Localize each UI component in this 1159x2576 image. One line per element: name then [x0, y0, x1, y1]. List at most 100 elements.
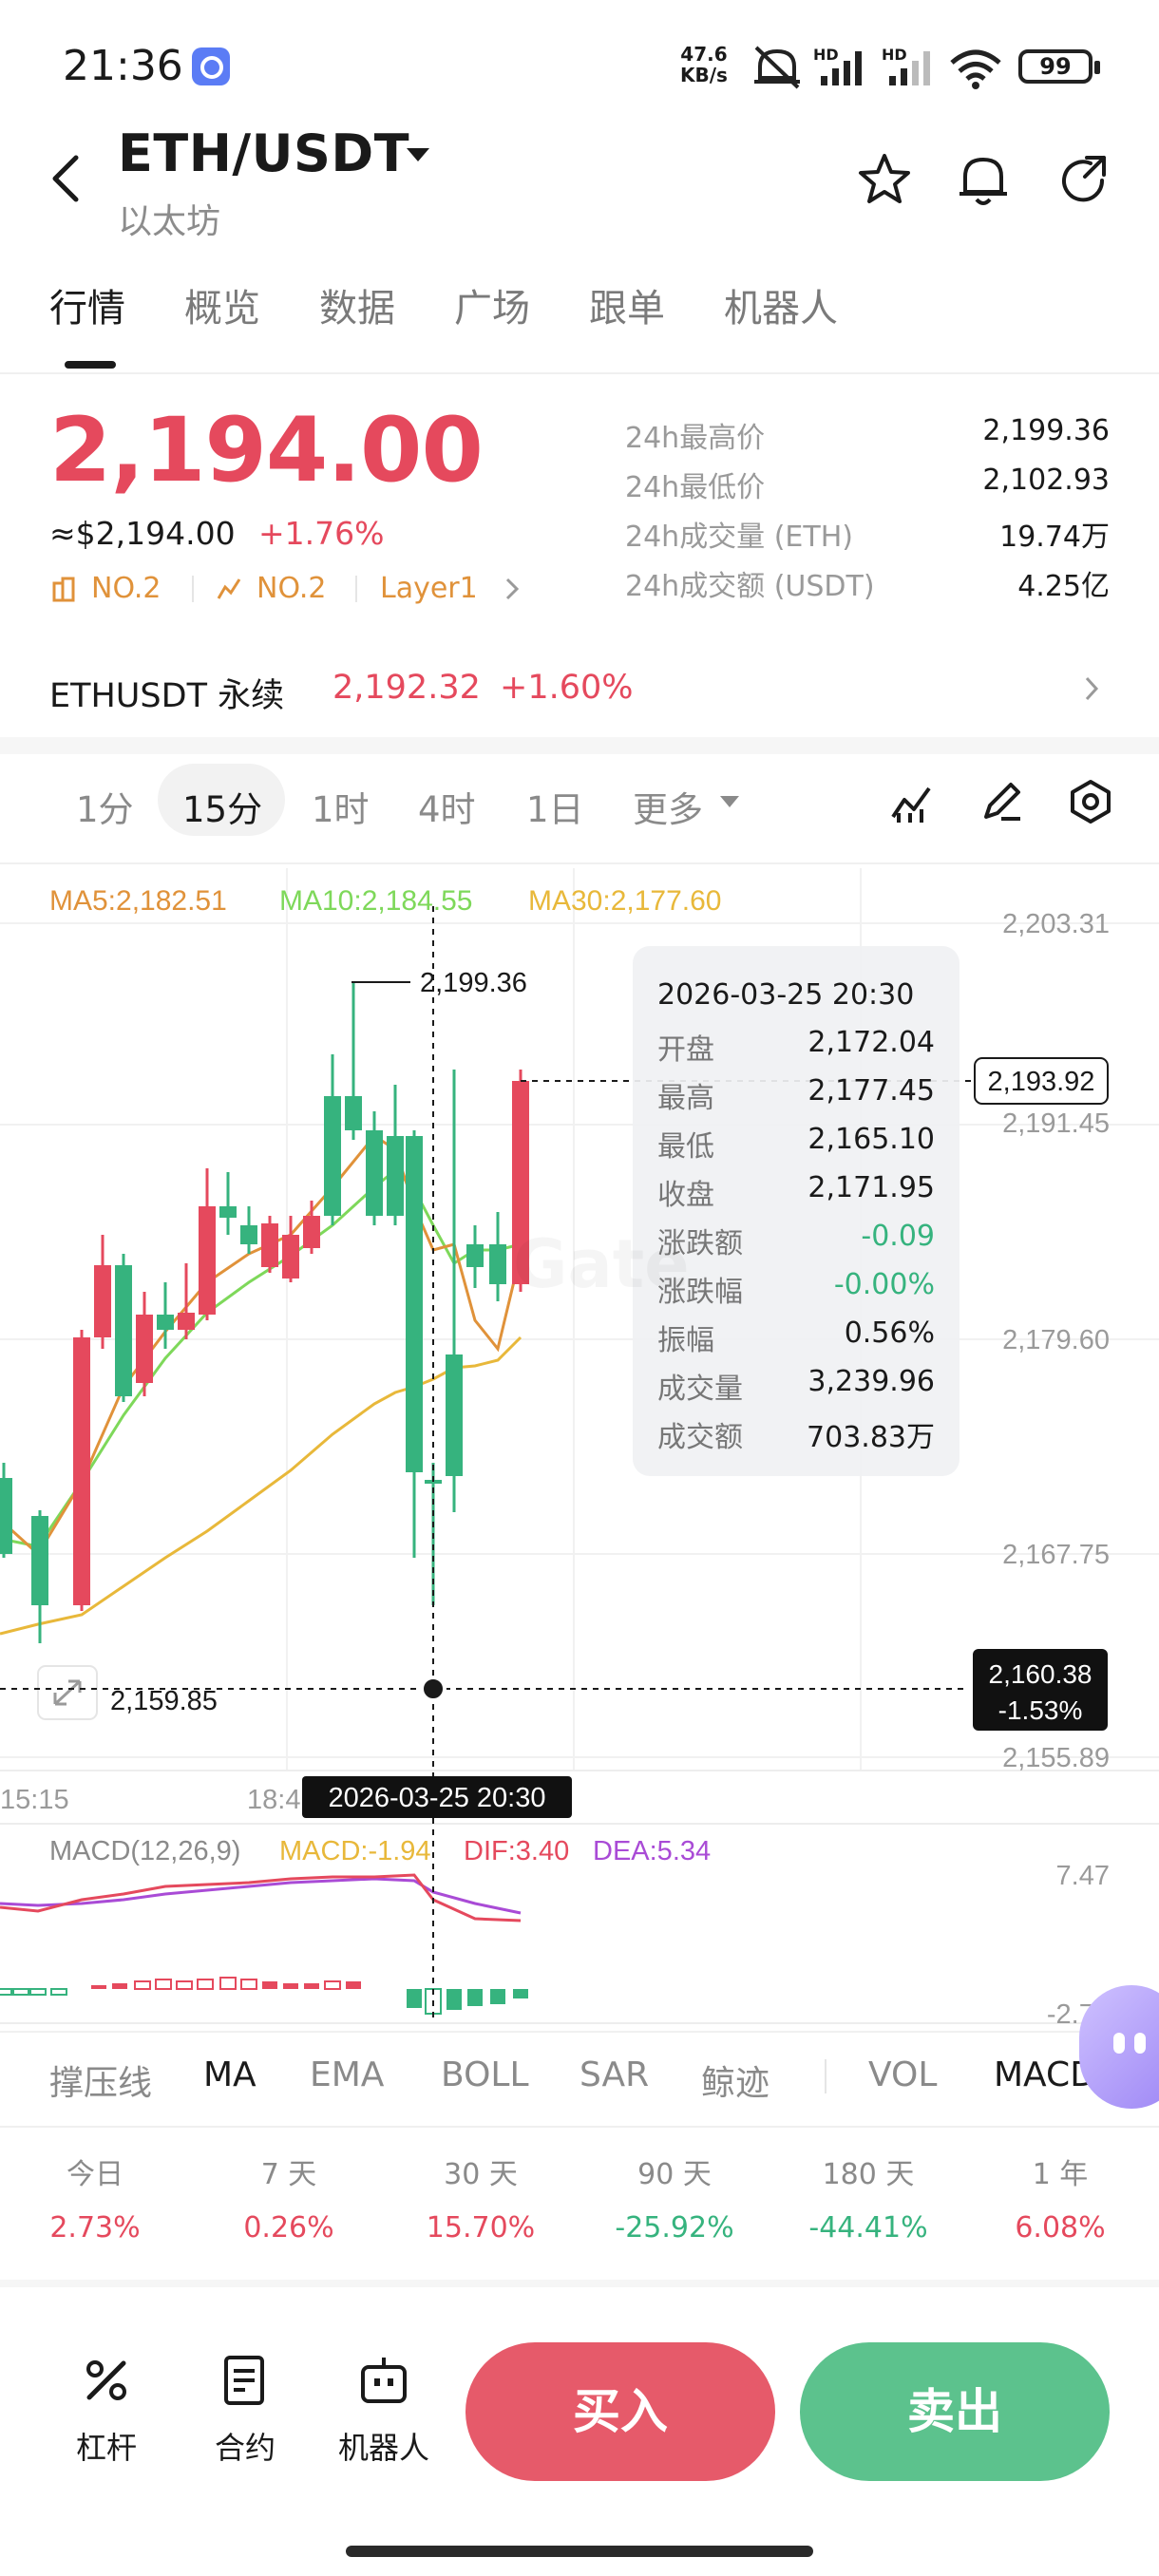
sector-tag[interactable]: Layer1	[380, 572, 478, 605]
perpetual-price: 2,192.32	[332, 669, 481, 707]
candle-body	[73, 1337, 90, 1605]
candle-body	[31, 1516, 48, 1605]
robot-button[interactable]: 机器人	[336, 2354, 431, 2468]
bell-icon[interactable]	[956, 150, 1011, 209]
contract-label: 合约	[214, 2430, 276, 2466]
indicator-sar[interactable]: SAR	[580, 2055, 649, 2094]
y-axis-label-2: 2,191.45	[1002, 1108, 1110, 1139]
candle-body	[366, 1130, 383, 1216]
net-speed-value: 47.6	[680, 43, 728, 66]
more-caret-icon[interactable]	[720, 796, 739, 807]
star-icon[interactable]	[857, 152, 912, 207]
macd-histogram-bar	[283, 1983, 298, 1989]
interval-1d[interactable]: 1日	[526, 781, 584, 832]
indicator-boll[interactable]: BOLL	[441, 2055, 529, 2094]
tab-overview[interactable]: 概览	[184, 277, 260, 332]
interval-1m[interactable]: 1分	[76, 781, 134, 832]
macd-panel	[0, 1873, 528, 2015]
dif-line	[0, 1873, 522, 1923]
tooltip-value: -0.09	[861, 1220, 935, 1253]
candle-body	[261, 1223, 278, 1267]
pair-title[interactable]: ETH/USDT	[118, 123, 409, 183]
pair-dropdown-caret-icon[interactable]	[407, 148, 429, 161]
indicator-ema[interactable]: EMA	[310, 2055, 384, 2094]
candle-body	[387, 1136, 404, 1216]
contract-button[interactable]: 合约	[198, 2354, 293, 2468]
candle-body	[282, 1235, 299, 1279]
candle-body	[466, 1244, 484, 1267]
tab-copy-trading[interactable]: 跟单	[589, 277, 665, 332]
interval-more[interactable]: 更多	[633, 781, 703, 832]
perf-label: 180 天	[822, 2158, 915, 2191]
candle-body	[199, 1206, 216, 1315]
net-speed: 47.6 KB/s	[680, 44, 728, 85]
ma10-label: MA10:2,184.55	[279, 885, 472, 917]
indicator-support-resistance[interactable]: 撑压线	[49, 2055, 152, 2105]
tooltip-value: 3,239.96	[808, 1365, 935, 1398]
macd-value: MACD:-1.94	[279, 1836, 431, 1866]
indicator-whale[interactable]: 鲸迹	[701, 2055, 770, 2105]
macd-histogram-bar	[513, 1989, 528, 1998]
tooltip-label: 成交额	[657, 1421, 743, 1454]
rank-tag-2[interactable]: NO.2	[256, 572, 326, 605]
stat-label-turnover: 24h成交额 (USDT)	[625, 570, 875, 603]
macd-histogram-bar	[304, 1983, 319, 1989]
candle-body	[240, 1225, 257, 1244]
last-price: 2,194.00	[49, 399, 484, 502]
macd-histogram-bar	[197, 1979, 214, 1990]
floating-assistant-button[interactable]	[1079, 1985, 1159, 2109]
crosshair-pct: -1.53%	[998, 1695, 1083, 1725]
candle-tooltip: 2026-03-25 20:30 开盘 2,172.04 最高 2,177.45 最低 2…	[633, 946, 960, 1476]
tab-data[interactable]: 数据	[319, 277, 395, 332]
app-notification-icon	[192, 47, 230, 85]
status-time: 21:36	[63, 42, 183, 90]
share-icon[interactable]	[1056, 152, 1112, 207]
interval-15m[interactable]: 15分	[182, 781, 262, 832]
back-arrow-icon[interactable]	[48, 152, 86, 205]
candle-body	[489, 1244, 506, 1284]
crosshair-time: 2026-03-25 20:30	[329, 1783, 546, 1813]
perf-30d: 30 天 15.70%	[395, 2150, 566, 2245]
indicator-ma[interactable]: MA	[203, 2055, 256, 2094]
tooltip-value: 703.83万	[807, 1421, 935, 1454]
crosshair-price: 2,160.38	[989, 1659, 1092, 1689]
settings-hexagon-icon[interactable]	[1068, 779, 1113, 824]
tab-robot[interactable]: 机器人	[724, 277, 838, 332]
perpetual-row[interactable]: ETHUSDT 永续 2,192.32 +1.60%	[0, 642, 1159, 737]
perf-divider	[0, 2126, 1159, 2128]
chevron-right-icon[interactable]	[502, 576, 522, 602]
perf-label: 1 年	[1032, 2158, 1089, 2191]
macd-y-top: 7.47	[1056, 1861, 1110, 1891]
tag-separator	[355, 576, 357, 602]
macd-histogram-bar	[134, 1980, 151, 1990]
rank-tag-1[interactable]: NO.2	[91, 572, 161, 605]
interval-4h[interactable]: 4时	[418, 781, 476, 832]
stat-label-high: 24h最高价	[625, 422, 766, 455]
candle-body	[219, 1206, 237, 1218]
signal-1-icon	[821, 51, 862, 85]
tooltip-label: 开盘	[657, 1033, 714, 1067]
draw-pen-icon[interactable]	[978, 779, 1024, 824]
stat-value-turnover: 4.25亿	[1017, 570, 1110, 603]
macd-histogram-bar	[91, 1985, 106, 1989]
indicator-chart-icon[interactable]	[889, 781, 933, 824]
tooltip-label: 收盘	[657, 1179, 714, 1212]
buy-button[interactable]: 买入	[466, 2342, 775, 2481]
usd-price: ≈$2,194.00	[49, 515, 236, 552]
candle-body	[303, 1216, 320, 1248]
tooltip-label: 最低	[657, 1130, 714, 1164]
macd-histogram-bar	[490, 1989, 505, 2004]
interval-1h[interactable]: 1时	[312, 781, 370, 832]
indicator-divider	[0, 2031, 1159, 2033]
tab-square[interactable]: 广场	[454, 277, 530, 332]
section-gap	[0, 2280, 1159, 2287]
candle-body	[115, 1265, 132, 1396]
indicator-vol[interactable]: VOL	[868, 2055, 937, 2094]
sell-button[interactable]: 卖出	[800, 2342, 1110, 2481]
tooltip-label: 成交量	[657, 1373, 743, 1406]
leverage-button[interactable]: 杠杆	[59, 2354, 154, 2468]
tab-market[interactable]: 行情	[49, 277, 125, 332]
macd-histogram-bar	[219, 1977, 237, 1990]
low-marker-label: 2,159.85	[110, 1686, 218, 1716]
candlestick-chart[interactable]: MA5:2,182.51 MA10:2,184.55 MA30:2,177.60…	[0, 864, 1159, 2031]
